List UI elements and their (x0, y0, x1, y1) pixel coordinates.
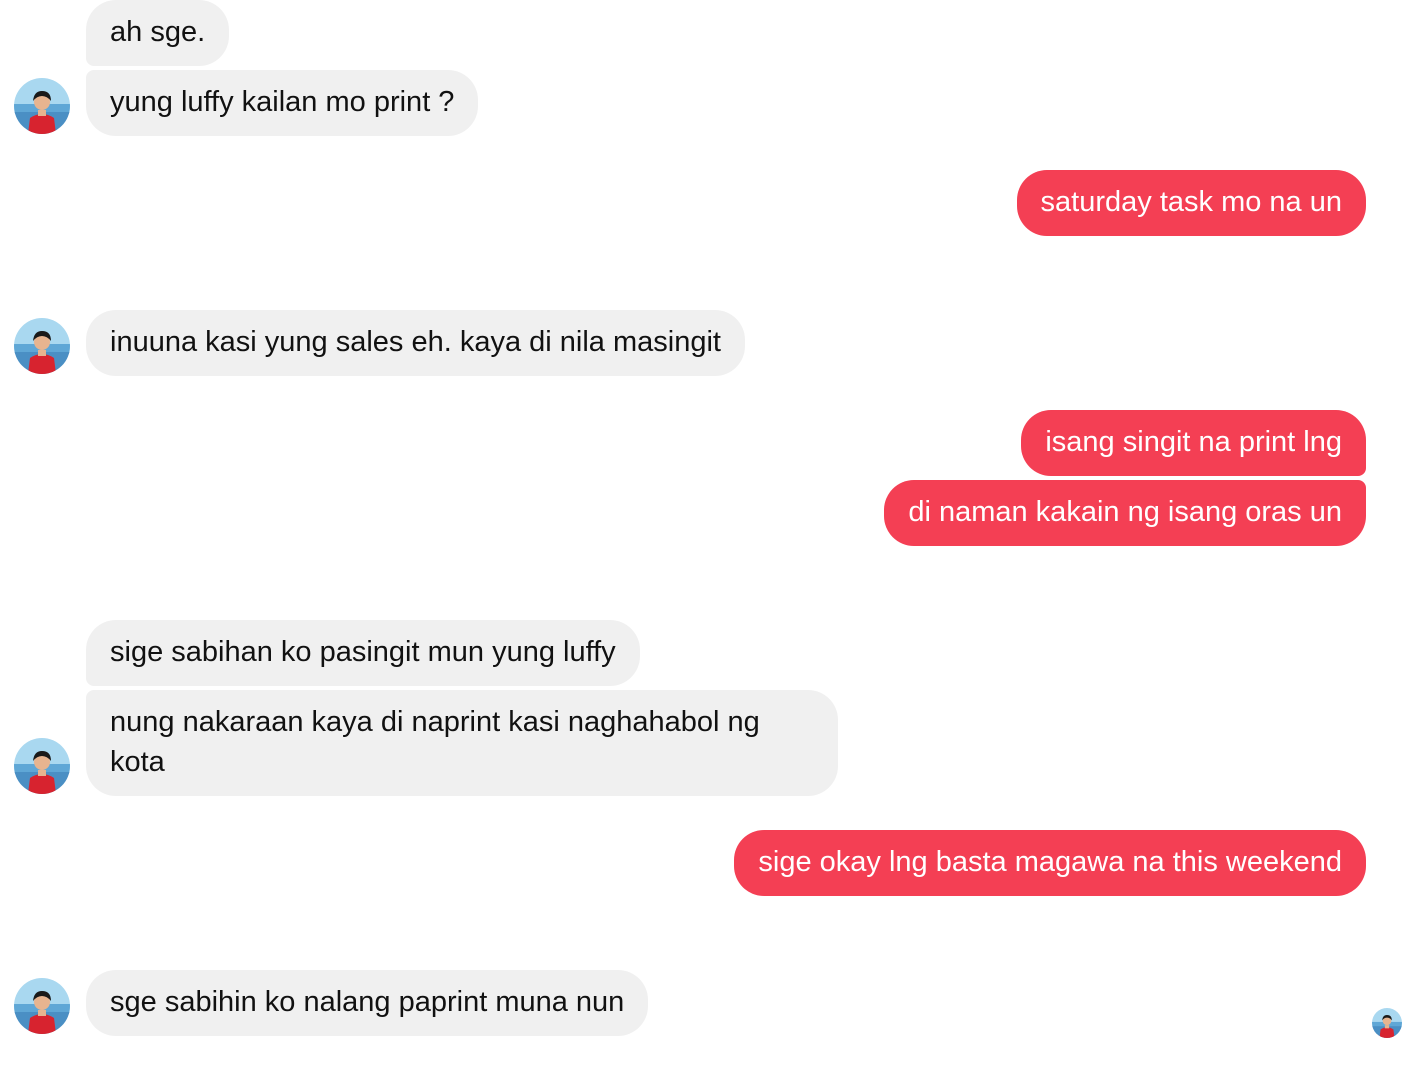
contact-avatar-icon[interactable] (14, 978, 70, 1034)
outgoing-message[interactable]: di naman kakain ng isang oras un (884, 480, 1366, 546)
incoming-message[interactable]: nung nakaraan kaya di naprint kasi nagha… (86, 690, 838, 796)
incoming-message[interactable]: inuuna kasi yung sales eh. kaya di nila … (86, 310, 745, 376)
incoming-message[interactable]: ah sge. (86, 0, 230, 66)
incoming-message[interactable]: yung luffy kailan mo print ? (86, 70, 479, 136)
outgoing-message[interactable]: sige okay lng basta magawa na this weeke… (734, 830, 1366, 896)
read-receipt-avatar-icon (1372, 1008, 1402, 1038)
incoming-message[interactable]: sige sabihan ko pasingit mun yung luffy (86, 620, 640, 686)
outgoing-message[interactable]: saturday task mo na un (1016, 170, 1366, 236)
outgoing-message[interactable]: isang singit na print lng (1021, 410, 1366, 476)
contact-avatar-icon[interactable] (14, 78, 70, 134)
contact-avatar-icon[interactable] (14, 318, 70, 374)
contact-avatar-icon[interactable] (14, 738, 70, 794)
incoming-message[interactable]: sge sabihin ko nalang paprint muna nun (86, 970, 649, 1036)
